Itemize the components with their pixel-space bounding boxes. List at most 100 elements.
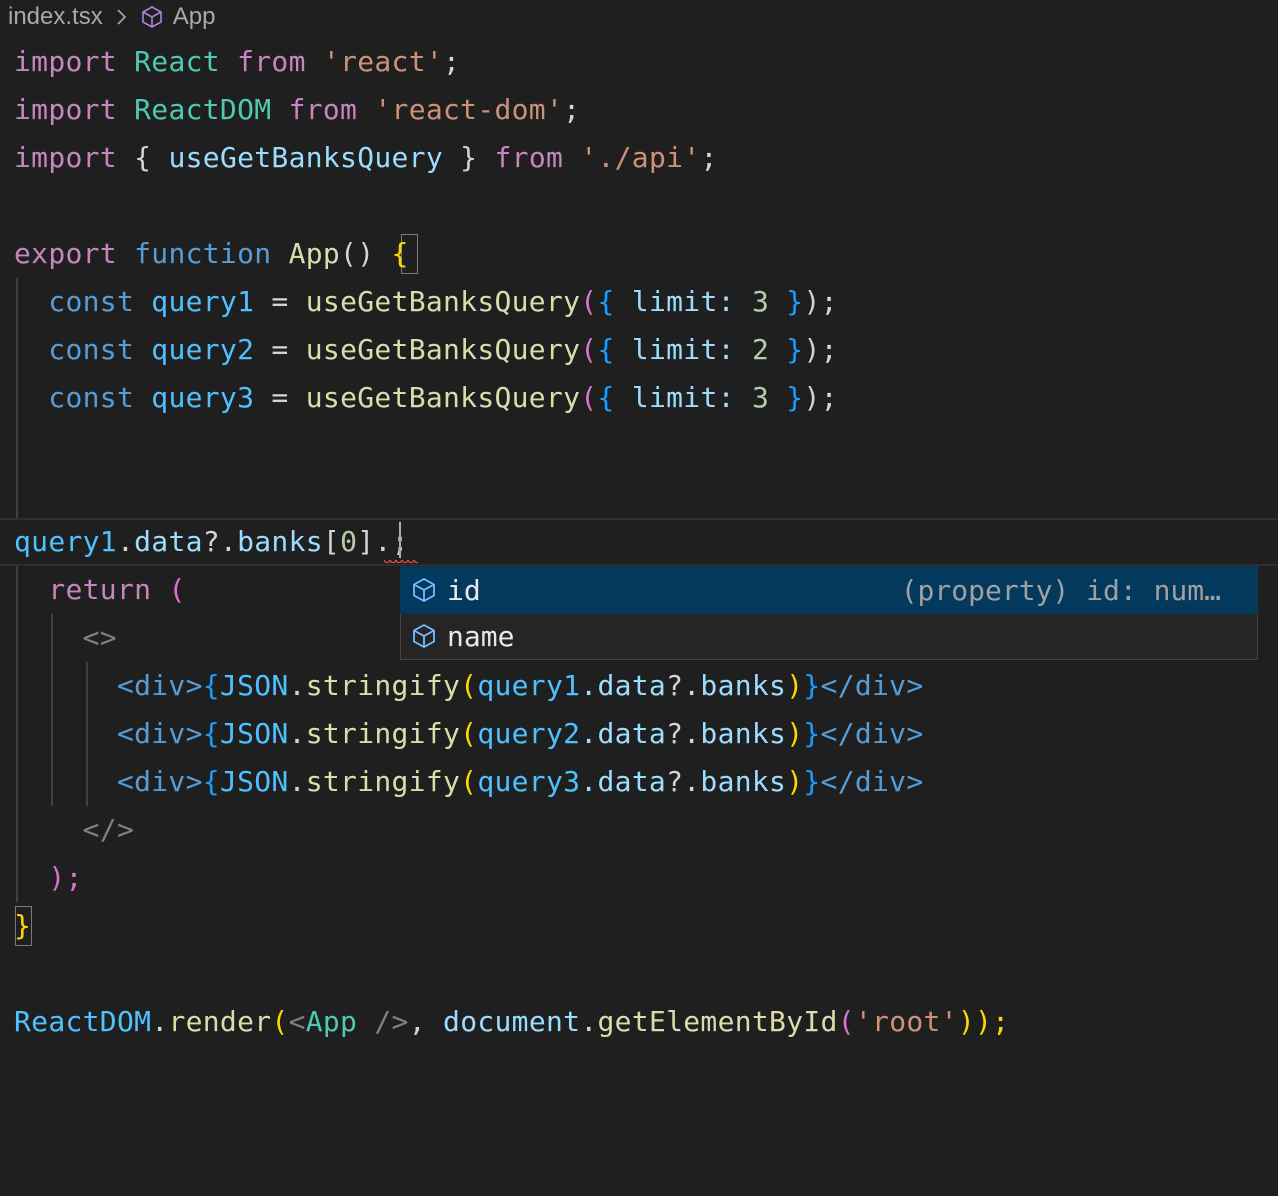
token: </div> — [820, 765, 924, 798]
token: data — [134, 525, 203, 558]
code-line: const query3 = useGetBanksQuery({ limit:… — [0, 374, 1278, 422]
token: query3 — [151, 381, 255, 414]
token: < — [288, 1005, 306, 1038]
token: <div> — [116, 717, 203, 750]
token: { — [134, 141, 152, 174]
code-line: const query1 = useGetBanksQuery({ limit:… — [0, 278, 1278, 326]
token: .data — [580, 717, 667, 750]
token: 0 — [340, 525, 358, 558]
token: } — [803, 669, 821, 702]
code-editor[interactable]: index.tsx App import React from 'react';… — [0, 0, 1278, 1196]
token: from — [494, 141, 564, 174]
token: useGetBanksQuery — [168, 141, 443, 174]
token: .data — [580, 765, 667, 798]
text-cursor — [399, 522, 401, 558]
token: limit: — [631, 333, 735, 366]
code-line: ); — [0, 854, 1278, 902]
token: 3 — [751, 285, 770, 318]
suggestion-item[interactable]: name — [401, 613, 1257, 659]
token: <> — [82, 621, 117, 654]
token: limit: — [631, 285, 735, 318]
token: } — [803, 717, 821, 750]
token: = — [271, 285, 289, 318]
token: } — [460, 141, 478, 174]
token: query1 — [14, 525, 117, 558]
code-line: import ReactDOM from 'react-dom'; — [0, 86, 1278, 134]
token: ?. — [666, 765, 701, 798]
token: () — [340, 237, 375, 270]
token: useGetBanksQuery — [305, 285, 581, 318]
token: render — [168, 1005, 272, 1038]
token: ( — [580, 285, 598, 318]
token: </div> — [820, 669, 924, 702]
token: stringify — [305, 717, 461, 750]
breadcrumb-file[interactable]: index.tsx — [8, 3, 103, 31]
token: { — [202, 765, 220, 798]
token: . — [288, 669, 306, 702]
property-cube-icon — [409, 621, 439, 651]
token: </> — [82, 813, 135, 846]
token: , — [408, 1005, 426, 1038]
token: 'react' — [322, 45, 444, 78]
token: 2 — [751, 333, 770, 366]
token: from — [288, 93, 358, 126]
token: [ — [322, 525, 341, 558]
token: const — [48, 285, 135, 318]
token: } — [803, 765, 821, 798]
token: getElementById — [597, 1005, 838, 1038]
token: { — [391, 237, 409, 270]
token: import — [14, 141, 117, 174]
code-line: import { useGetBanksQuery } from './api'… — [0, 134, 1278, 182]
token: ReactDOM — [134, 93, 272, 126]
token: return — [48, 573, 152, 606]
token: . — [580, 1005, 598, 1038]
token: query2 — [151, 333, 255, 366]
token: ?. — [202, 525, 238, 558]
token: limit: — [631, 381, 735, 414]
token: /> — [357, 1005, 409, 1038]
code-line-current[interactable]: query1.data?.banks[0].; — [0, 518, 1278, 566]
token: ] — [357, 525, 375, 558]
token: )); — [957, 1005, 1010, 1038]
token: ) — [786, 669, 804, 702]
token: useGetBanksQuery — [305, 333, 581, 366]
suggestion-label: id — [447, 573, 481, 607]
token: ReactDOM — [14, 1005, 152, 1038]
cube-icon — [139, 4, 165, 30]
code-line: <div>{JSON.stringify(query3.data?.banks)… — [0, 758, 1278, 806]
code-line: import React from 'react'; — [0, 38, 1278, 86]
token: = — [271, 381, 289, 414]
token: const — [48, 333, 135, 366]
breadcrumb-symbol[interactable]: App — [173, 3, 216, 31]
code-line: <div>{JSON.stringify(query2.data?.banks)… — [0, 710, 1278, 758]
autocomplete-widget[interactable]: id (property) id: num… name — [400, 566, 1258, 660]
suggestion-item[interactable]: id (property) id: num… — [400, 566, 1258, 614]
code-area[interactable]: import React from 'react'; import ReactD… — [0, 38, 1278, 1046]
code-line: <div>{JSON.stringify(query1.data?.banks)… — [0, 662, 1278, 710]
token: query2 — [477, 717, 581, 750]
token: { — [202, 669, 220, 702]
token: const — [48, 381, 135, 414]
token: = — [271, 333, 289, 366]
token: stringify — [305, 669, 461, 702]
token: ; — [700, 141, 718, 174]
token: JSON — [219, 765, 289, 798]
token: query1 — [477, 669, 581, 702]
token: ( — [580, 333, 598, 366]
token: ( — [460, 765, 478, 798]
token: 'root' — [854, 1005, 958, 1038]
code-line: </> — [0, 806, 1278, 854]
token: ; — [443, 45, 461, 78]
token: ( — [460, 669, 478, 702]
token: ); — [803, 333, 838, 366]
token: { — [597, 381, 615, 414]
suggestion-detail: (property) id: num… — [900, 573, 1221, 607]
token: } — [786, 381, 804, 414]
token: . — [116, 525, 135, 558]
token: <div> — [116, 765, 203, 798]
token: ); — [48, 861, 83, 894]
code-line: } — [0, 902, 1278, 950]
breadcrumb: index.tsx App — [0, 0, 215, 34]
